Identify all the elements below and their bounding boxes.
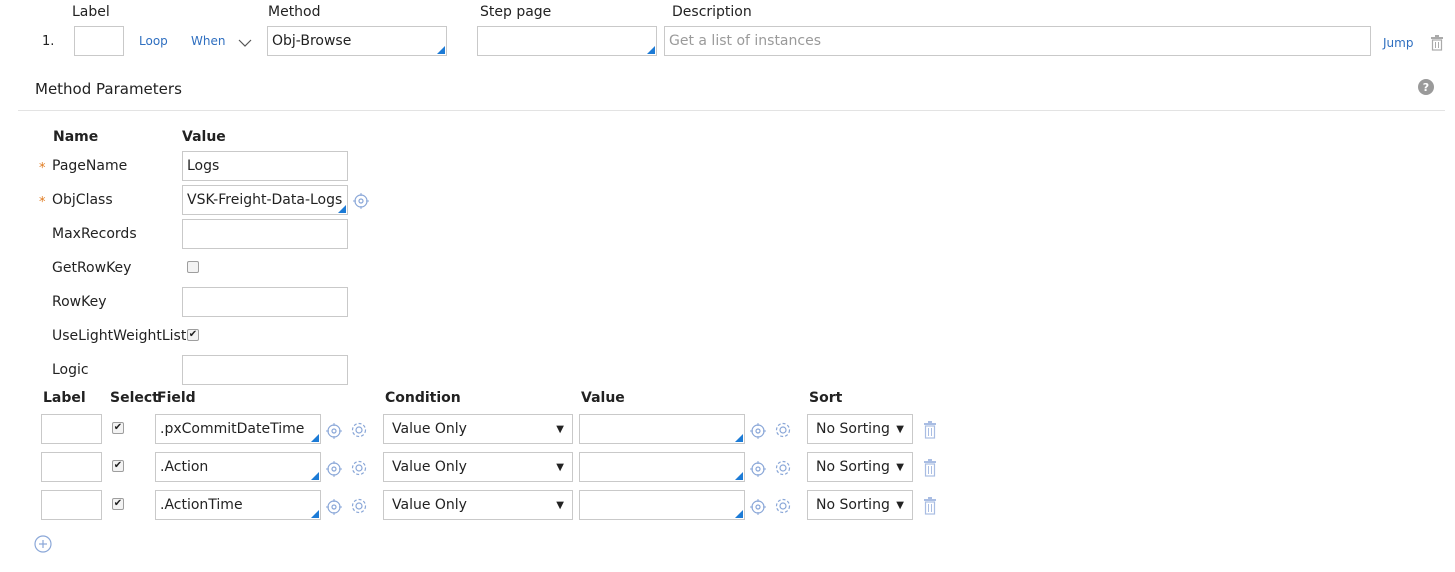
dropdown-caret-icon: ▼ [556, 461, 564, 473]
row-label-input[interactable] [41, 414, 102, 444]
row-select-checkbox[interactable]: ✔ [112, 422, 124, 434]
fields-condition-header: Condition [385, 390, 461, 406]
description-placeholder: Get a list of instances [669, 33, 821, 49]
trash-icon[interactable] [923, 421, 937, 443]
gear-icon[interactable] [350, 497, 368, 519]
dropdown-caret-icon: ▼ [556, 499, 564, 511]
row-condition-value: Value Only [392, 497, 467, 513]
row-label-input[interactable] [41, 490, 102, 520]
help-icon[interactable]: ? [1418, 79, 1434, 99]
target-icon[interactable] [326, 499, 342, 519]
dropdown-caret-icon: ▼ [896, 499, 904, 511]
jump-link[interactable]: Jump [1383, 36, 1413, 50]
row-value-input[interactable] [579, 452, 745, 482]
method-column-header: Method [268, 4, 321, 20]
add-row-icon[interactable] [34, 535, 52, 557]
pagename-input[interactable]: Logs [182, 151, 348, 181]
dropdown-caret-icon: ▼ [896, 461, 904, 473]
row-condition-select[interactable]: Value Only ▼ [383, 452, 573, 482]
step-label-input[interactable] [74, 26, 124, 56]
section-title: Method Parameters [35, 80, 182, 98]
section-divider [18, 110, 1445, 111]
row-field-value: .ActionTime [160, 497, 243, 513]
row-value-input[interactable] [579, 414, 745, 444]
row-value-input[interactable] [579, 490, 745, 520]
row-field-input[interactable]: .ActionTime [155, 490, 321, 520]
description-column-header: Description [672, 4, 752, 20]
chevron-down-icon[interactable] [238, 36, 252, 52]
param-value-header: Value [182, 129, 226, 145]
trash-icon[interactable] [923, 497, 937, 519]
svg-text:?: ? [1423, 81, 1429, 94]
method-input[interactable]: Obj-Browse [267, 26, 447, 56]
label-column-header: Label [72, 4, 110, 20]
row-sort-select[interactable]: No Sorting ▼ [807, 414, 913, 444]
target-icon[interactable] [750, 423, 766, 443]
maxrecords-input[interactable] [182, 219, 348, 249]
loop-link[interactable]: Loop [139, 34, 168, 48]
gear-icon[interactable] [774, 421, 792, 443]
target-icon[interactable] [750, 461, 766, 481]
row-condition-select[interactable]: Value Only ▼ [383, 414, 573, 444]
fields-value-header: Value [581, 390, 625, 406]
dropdown-caret-icon: ▼ [556, 423, 564, 435]
objclass-input[interactable]: VSK-Freight-Data-Logs [182, 185, 348, 215]
dropdown-caret-icon: ▼ [896, 423, 904, 435]
target-icon[interactable] [326, 461, 342, 481]
param-name-rowkey: RowKey [52, 294, 107, 310]
param-name-objclass: ObjClass [52, 192, 113, 208]
param-name-uselightweightlist: UseLightWeightList [52, 328, 187, 344]
target-icon[interactable] [326, 423, 342, 443]
row-select-checkbox[interactable]: ✔ [112, 460, 124, 472]
objclass-input-value: VSK-Freight-Data-Logs [187, 192, 343, 208]
fields-sort-header: Sort [809, 390, 843, 406]
fields-label-header: Label [43, 390, 86, 406]
step-page-column-header: Step page [480, 4, 552, 20]
param-name-logic: Logic [52, 362, 89, 378]
param-name-maxrecords: MaxRecords [52, 226, 137, 242]
step-page-input[interactable] [477, 26, 657, 56]
row-field-value: .pxCommitDateTime [160, 421, 305, 437]
fields-field-header: Field [157, 390, 196, 406]
row-sort-value: No Sorting [816, 497, 890, 513]
row-condition-value: Value Only [392, 459, 467, 475]
uselightweightlist-checkbox[interactable]: ✔ [187, 329, 199, 341]
row-label-input[interactable] [41, 452, 102, 482]
rowkey-input[interactable] [182, 287, 348, 317]
description-input[interactable]: Get a list of instances [664, 26, 1371, 56]
required-marker: * [39, 161, 46, 176]
gear-icon[interactable] [774, 497, 792, 519]
method-input-value: Obj-Browse [272, 33, 352, 49]
param-name-pagename: PageName [52, 158, 128, 174]
when-link[interactable]: When [191, 34, 225, 48]
param-name-getrowkey: GetRowKey [52, 260, 132, 276]
target-icon[interactable] [750, 499, 766, 519]
row-field-value: .Action [160, 459, 209, 475]
gear-icon[interactable] [350, 421, 368, 443]
trash-icon[interactable] [1430, 35, 1444, 55]
trash-icon[interactable] [923, 459, 937, 481]
row-sort-select[interactable]: No Sorting ▼ [807, 490, 913, 520]
logic-input[interactable] [182, 355, 348, 385]
row-sort-select[interactable]: No Sorting ▼ [807, 452, 913, 482]
row-sort-value: No Sorting [816, 459, 890, 475]
target-icon[interactable] [353, 193, 369, 213]
fields-select-header: Select [110, 390, 159, 406]
required-marker: * [39, 195, 46, 210]
row-field-input[interactable]: .Action [155, 452, 321, 482]
row-select-checkbox[interactable]: ✔ [112, 498, 124, 510]
gear-icon[interactable] [350, 459, 368, 481]
step-number: 1. [42, 34, 55, 49]
row-field-input[interactable]: .pxCommitDateTime [155, 414, 321, 444]
row-sort-value: No Sorting [816, 421, 890, 437]
row-condition-select[interactable]: Value Only ▼ [383, 490, 573, 520]
param-name-header: Name [53, 129, 99, 145]
gear-icon[interactable] [774, 459, 792, 481]
getrowkey-checkbox[interactable] [187, 261, 199, 273]
row-condition-value: Value Only [392, 421, 467, 437]
